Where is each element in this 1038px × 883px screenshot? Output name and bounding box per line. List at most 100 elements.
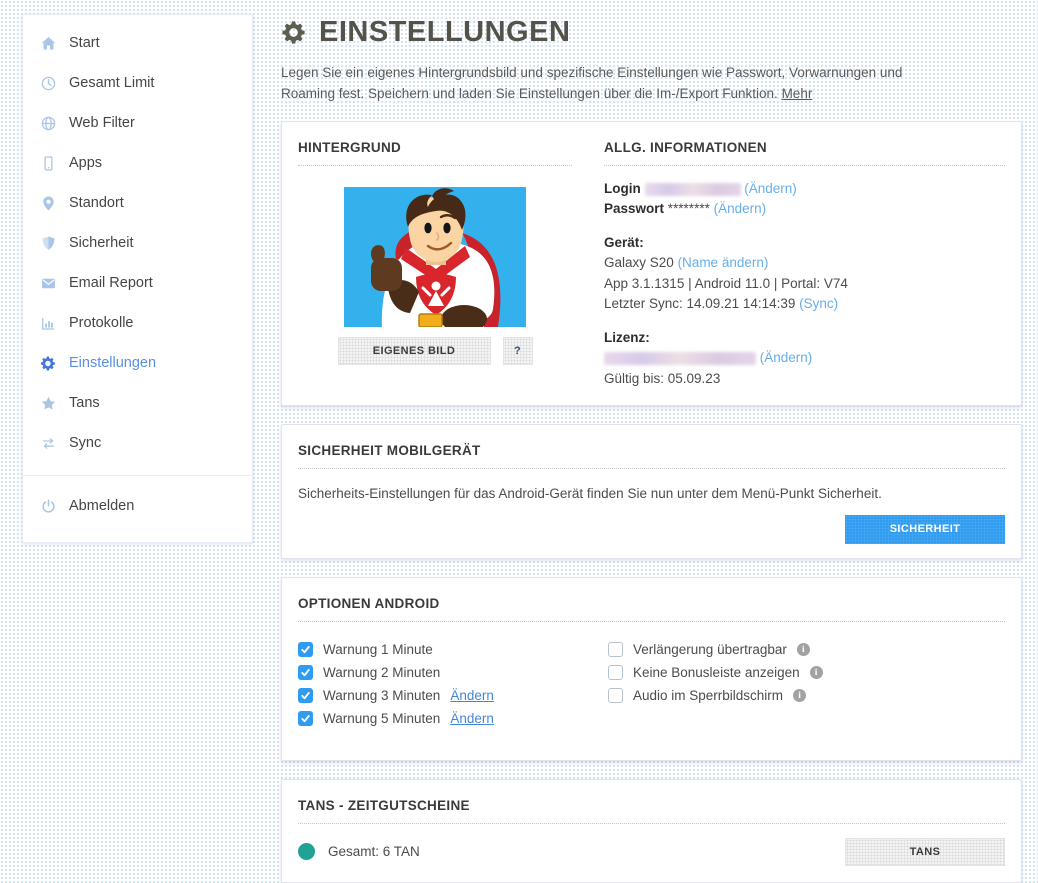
sidebar-item-label: Standort — [69, 195, 124, 211]
last-sync-text: Letzter Sync: 14.09.21 14:14:39 — [604, 296, 796, 312]
sidebar-item-sync[interactable]: Sync — [23, 423, 252, 463]
main-content: EINSTELLUNGEN Legen Sie ein eigenes Hint… — [281, 14, 1022, 883]
shield-icon — [39, 234, 57, 252]
sidebar-item-label: Apps — [69, 155, 103, 171]
passwort-change-link[interactable]: (Ändern) — [714, 201, 767, 216]
lizenz-row: (Ändern) — [604, 349, 1005, 367]
option-warnung-3: Warnung 3 Minuten Ändern — [298, 688, 608, 704]
sidebar-item-web-filter[interactable]: Web Filter — [23, 103, 252, 143]
help-button[interactable]: ? — [502, 336, 533, 365]
home-icon — [39, 34, 57, 52]
allg-informationen-section: ALLG. INFORMATIONEN Login (Ändern) Passw… — [604, 136, 1005, 391]
last-sync-row: Letzter Sync: 14.09.21 14:14:39 (Sync) — [604, 295, 1005, 313]
sync-link[interactable]: (Sync) — [799, 296, 838, 311]
divider — [298, 467, 1005, 469]
checkbox-unchecked[interactable] — [608, 642, 623, 658]
hintergrund-title: HINTERGRUND — [298, 139, 402, 155]
option-label: Audio im Sperrbildschirm — [633, 688, 784, 704]
checkbox-unchecked[interactable] — [608, 665, 623, 681]
tans-row: Gesamt: 6 TAN TANS — [298, 837, 1005, 866]
geraet-name-row: Galaxy S20 (Name ändern) — [604, 254, 1005, 272]
geraet-name: Galaxy S20 — [604, 255, 674, 271]
sidebar-item-label: Einstellungen — [69, 355, 157, 371]
smartphone-icon — [39, 154, 57, 172]
sidebar-item-apps[interactable]: Apps — [23, 143, 252, 183]
tan-status-dot — [298, 843, 315, 861]
checkbox-checked[interactable] — [298, 688, 313, 704]
sidebar-item-gesamt-limit[interactable]: Gesamt Limit — [23, 63, 252, 103]
page-title: EINSTELLUNGEN — [281, 16, 1022, 49]
sidebar-item-standort[interactable]: Standort — [23, 183, 252, 223]
optionen-title: OPTIONEN ANDROID — [298, 595, 440, 611]
sidebar: Start Gesamt Limit Web Filter Apps Stand… — [22, 14, 253, 543]
checkbox-checked[interactable] — [298, 711, 313, 727]
sidebar-item-label: Email Report — [69, 275, 153, 291]
gear-icon — [281, 19, 308, 46]
lizenz-change-link[interactable]: (Ändern) — [760, 350, 813, 365]
sicherheit-text: Sicherheits-Einstellungen für das Androi… — [298, 485, 882, 501]
option-verlaengerung: Verlängerung übertragbar i — [608, 642, 1005, 658]
geraet-label-row: Gerät: — [604, 234, 1005, 252]
lizenz-label: Lizenz: — [604, 329, 650, 345]
allg-informationen-title: ALLG. INFORMATIONEN — [604, 139, 767, 155]
tans-button[interactable]: TANS — [845, 837, 1005, 866]
page-title-text: EINSTELLUNGEN — [319, 16, 571, 48]
sync-arrows-icon — [39, 434, 57, 452]
sidebar-item-start[interactable]: Start — [23, 23, 252, 63]
bar-chart-icon — [39, 314, 57, 332]
clock-icon — [39, 74, 57, 92]
globe-icon — [39, 114, 57, 132]
card-hintergrund-info: HINTERGRUND EIGENES BILD ? ALLG. INFORMA… — [281, 120, 1022, 406]
sidebar-item-label: Sicherheit — [69, 235, 134, 251]
mehr-link[interactable]: Mehr — [782, 86, 813, 101]
checkbox-checked[interactable] — [298, 665, 313, 681]
sidebar-item-tans[interactable]: Tans — [23, 383, 252, 423]
passwort-row: Passwort ******** (Ändern) — [604, 200, 1005, 218]
app-info-row: App 3.1.1315 | Android 11.0 | Portal: V7… — [604, 275, 848, 291]
sicherheit-button[interactable]: SICHERHEIT — [845, 514, 1005, 544]
info-icon[interactable]: i — [796, 643, 810, 657]
page-header: EINSTELLUNGEN Legen Sie ein eigenes Hint… — [281, 16, 1022, 105]
option-bonusleiste: Keine Bonusleiste anzeigen i — [608, 665, 1005, 681]
card-sicherheit-mobilgeraet: SICHERHEIT MOBILGERÄT Sicherheits-Einste… — [281, 423, 1022, 559]
aendern-link[interactable]: Ändern — [450, 711, 494, 726]
option-label: Warnung 5 Minuten — [323, 711, 441, 727]
passwort-label: Passwort — [604, 201, 665, 217]
divider — [298, 822, 1005, 824]
login-row: Login (Ändern) — [604, 180, 1005, 198]
aendern-link[interactable]: Ändern — [450, 688, 494, 703]
login-change-link[interactable]: (Ändern) — [744, 181, 797, 196]
option-label: Verlängerung übertragbar — [633, 642, 787, 658]
option-label: Keine Bonusleiste anzeigen — [633, 665, 800, 681]
option-label: Warnung 1 Minute — [323, 642, 433, 658]
divider — [298, 164, 572, 166]
sidebar-item-label: Web Filter — [69, 115, 135, 131]
hintergrund-buttons: EIGENES BILD ? — [298, 336, 572, 365]
sidebar-item-label: Abmelden — [69, 498, 135, 514]
envelope-icon — [39, 274, 57, 292]
gear-icon — [39, 354, 57, 372]
sicherheit-title: SICHERHEIT MOBILGERÄT — [298, 442, 481, 458]
eigenes-bild-button[interactable]: EIGENES BILD — [337, 336, 491, 365]
info-icon[interactable]: i — [793, 689, 807, 703]
sidebar-item-label: Start — [69, 35, 100, 51]
info-icon[interactable]: i — [809, 666, 823, 680]
checkbox-checked[interactable] — [298, 642, 313, 658]
geraet-rename-link[interactable]: (Name ändern) — [678, 255, 769, 270]
option-label: Warnung 3 Minuten — [323, 688, 441, 704]
sidebar-item-label: Tans — [69, 395, 100, 411]
card-tans: TANS - ZEITGUTSCHEINE Gesamt: 6 TAN TANS — [281, 778, 1022, 883]
page-description: Legen Sie ein eigenes Hintergrundsbild u… — [281, 65, 903, 102]
sidebar-item-label: Gesamt Limit — [69, 75, 155, 91]
star-icon — [39, 394, 57, 412]
sidebar-item-sicherheit[interactable]: Sicherheit — [23, 223, 252, 263]
sidebar-item-abmelden[interactable]: Abmelden — [23, 486, 252, 526]
login-value-redacted — [644, 182, 741, 196]
hintergrund-section: HINTERGRUND EIGENES BILD ? — [298, 136, 572, 391]
checkbox-unchecked[interactable] — [608, 688, 623, 704]
sidebar-item-protokolle[interactable]: Protokolle — [23, 303, 252, 343]
sidebar-item-label: Sync — [69, 435, 102, 451]
sidebar-item-einstellungen[interactable]: Einstellungen — [23, 343, 252, 383]
sidebar-item-email-report[interactable]: Email Report — [23, 263, 252, 303]
option-warnung-1: Warnung 1 Minute — [298, 642, 608, 658]
